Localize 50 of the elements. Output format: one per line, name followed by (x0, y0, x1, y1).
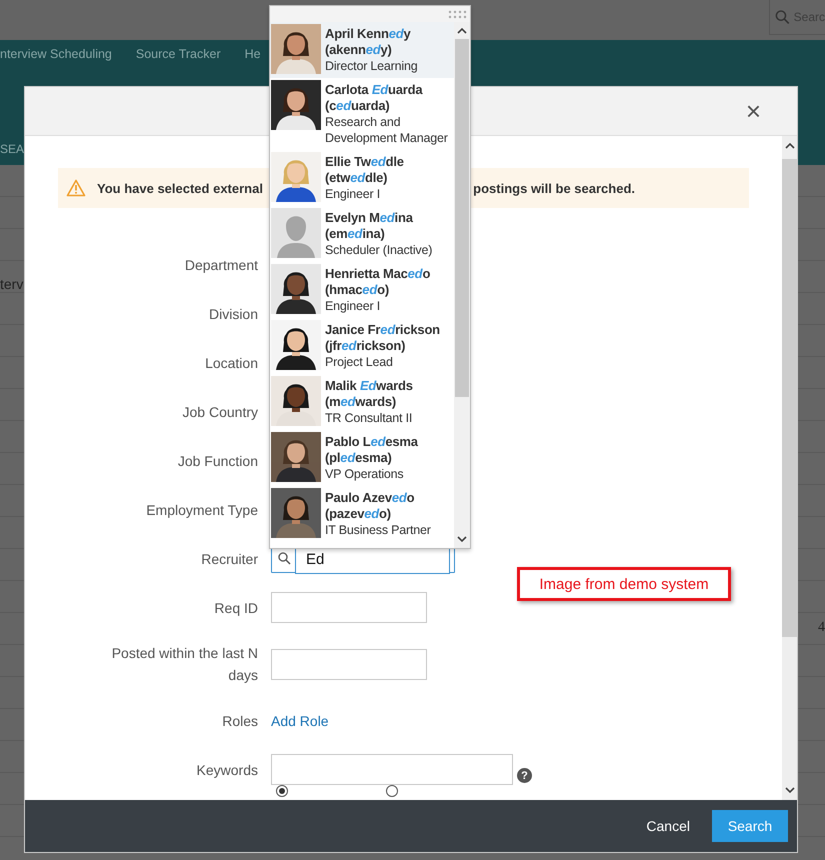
annotation-note: Image from demo system (517, 567, 731, 601)
field-label: Employment Type (145, 500, 258, 520)
warning-icon (66, 179, 86, 197)
section-title: SEA (0, 142, 24, 156)
person-option[interactable]: Malik Edwards (medwards) TR Consultant II (270, 374, 454, 430)
warning-text: postings will be searched. (473, 180, 635, 196)
person-option[interactable]: Carlota Eduarda (ceduarda) Research and Development Manager (270, 78, 454, 150)
person-option[interactable]: Paulo Azevedo (pazevedo) IT Business Partner (270, 486, 454, 542)
cancel-button[interactable]: Cancel (646, 818, 690, 834)
person-option[interactable]: Evelyn Medina (emedina) Scheduler (Inactive) (270, 206, 454, 262)
nav-item[interactable]: Source Tracker (136, 47, 221, 66)
scrollbar[interactable] (454, 22, 470, 548)
field-label: Keywords (196, 760, 258, 780)
nav-item[interactable]: nterview Scheduling (0, 47, 112, 66)
field-label: Job Function (176, 452, 258, 470)
scroll-up-icon[interactable] (784, 142, 794, 149)
field-label: Department (184, 256, 258, 275)
field-label: Location (204, 354, 258, 372)
person-silhouette-icon (271, 208, 321, 258)
scroll-down-icon[interactable] (784, 787, 794, 794)
scroll-down-icon[interactable] (457, 536, 467, 543)
keywords-field[interactable] (271, 754, 513, 785)
field-label: Roles (221, 712, 258, 730)
radio-button[interactable] (276, 785, 288, 797)
field-label: Division (208, 304, 258, 324)
close-button[interactable]: × (746, 98, 761, 124)
field-label: Req ID (213, 598, 258, 618)
people-dropdown[interactable] (269, 5, 471, 549)
add-role-link[interactable]: Add Role (271, 712, 329, 728)
table-cell: terv (0, 276, 24, 292)
person-option[interactable]: Henrietta Macedo (hmacedo) Engineer I (270, 262, 454, 318)
table-cell: 4 (818, 620, 825, 636)
warning-text: You have selected external (97, 180, 263, 196)
field-label: Posted within the last N days (110, 644, 258, 685)
person-option[interactable]: April Kennedy (akennedy) Director Learning (270, 22, 454, 78)
help-button[interactable]: ? (517, 768, 532, 783)
scroll-up-icon[interactable] (457, 27, 467, 34)
resize-grip-icon[interactable] (448, 10, 467, 18)
field-label: Job Country (182, 402, 258, 422)
person-option[interactable]: Pablo Ledesma (pledesma) VP Operations (270, 430, 454, 486)
text-field[interactable] (271, 648, 427, 680)
field-label: Recruiter (200, 550, 258, 568)
radio-button[interactable] (386, 785, 398, 797)
text-field[interactable] (271, 592, 427, 623)
scrollbar[interactable] (782, 136, 797, 800)
search-icon (775, 9, 790, 25)
search-icon (278, 552, 291, 565)
nav-item[interactable]: He (244, 47, 261, 66)
person-option[interactable]: Janice Fredrickson (jfredrickson) Project Lead (270, 318, 454, 374)
person-option[interactable]: Ellie Tweddle (etweddle) Engineer I (270, 150, 454, 206)
